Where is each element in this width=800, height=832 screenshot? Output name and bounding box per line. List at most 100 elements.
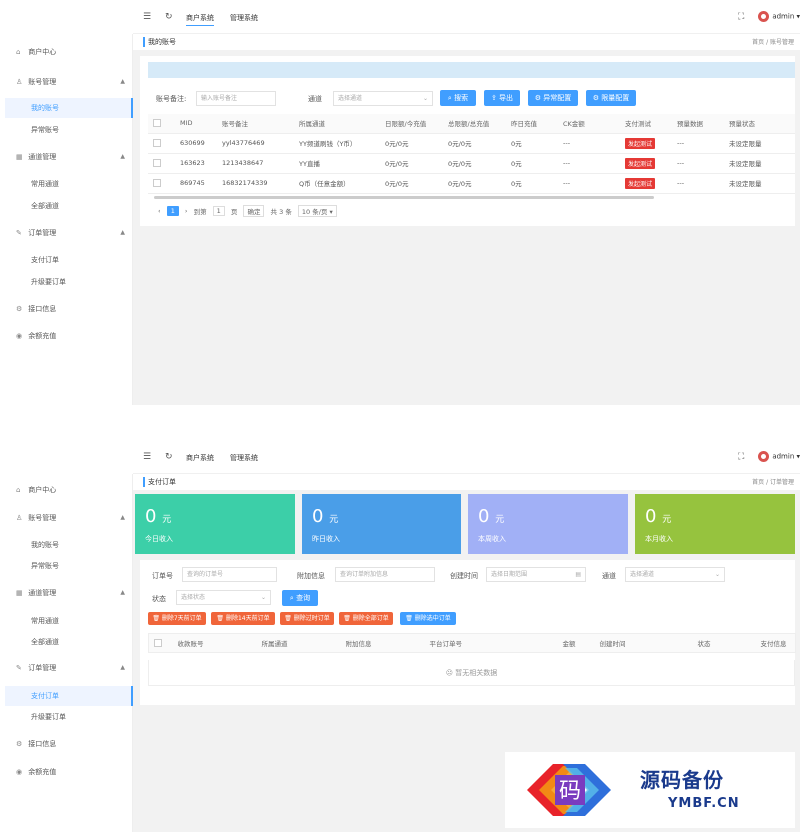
sidebar-item-pay-orders[interactable]: 支付订单 bbox=[5, 686, 133, 706]
sidebar-group-channel[interactable]: ▦ 通道管理 ▲ bbox=[5, 147, 133, 167]
page-size-select[interactable]: 10 条/页 ▾ bbox=[297, 205, 337, 217]
col-mid[interactable]: MID bbox=[175, 114, 217, 134]
sidebar-item-my-accounts[interactable]: 我的账号 bbox=[5, 98, 133, 118]
goto-confirm-button[interactable]: 确定 bbox=[243, 205, 265, 217]
abnormal-config-button[interactable]: ⚙ 异常配置 bbox=[528, 90, 578, 106]
limit-config-button[interactable]: ⚙ 限量配置 bbox=[586, 90, 636, 106]
logo-glyph: 码 bbox=[559, 779, 581, 804]
refresh-icon[interactable]: ↻ bbox=[165, 452, 173, 462]
wallet-icon: ◉ bbox=[16, 332, 23, 340]
sidebar-item-recharge[interactable]: ◉ 余额充值 bbox=[5, 762, 133, 782]
sidebar-item-common-channels[interactable]: 常用通道 bbox=[5, 174, 133, 194]
stat-unit: 元 bbox=[662, 515, 672, 525]
sidebar-group-orders[interactable]: ✎ 订单管理 ▲ bbox=[5, 223, 133, 243]
row-checkbox[interactable] bbox=[148, 173, 175, 194]
col-test[interactable]: 支付测试 bbox=[620, 114, 672, 134]
sidebar-item-merchant-center[interactable]: ⌂ 商户中心 bbox=[5, 42, 133, 62]
sidebar-item-merchant-center[interactable]: ⌂ 商户中心 bbox=[5, 480, 133, 500]
page-current[interactable]: 1 bbox=[166, 206, 179, 216]
search-icon: ⌕ bbox=[447, 94, 452, 102]
sidebar-item-my-accounts[interactable]: 我的账号 bbox=[5, 535, 133, 555]
sidebar-item-common-channels[interactable]: 常用通道 bbox=[5, 611, 133, 631]
trash-icon: 🗑 bbox=[343, 615, 351, 622]
grid-icon: ▦ bbox=[16, 589, 23, 597]
delete-expired-button[interactable]: 🗑 删除过时订单 bbox=[280, 612, 334, 625]
cell-remark: yyl43776469 bbox=[217, 133, 294, 154]
delete-selected-button[interactable]: 🗑 删除选中订单 bbox=[400, 612, 456, 625]
sidebar-item-abnormal-accounts[interactable]: 异常账号 bbox=[5, 556, 133, 576]
col-ck[interactable]: CK金额 bbox=[558, 114, 620, 134]
export-button[interactable]: ⇪ 导出 bbox=[484, 90, 520, 106]
sidebar-group-account[interactable]: ♙ 账号管理 ▲ bbox=[5, 508, 133, 528]
col-amount[interactable]: 金额 bbox=[557, 633, 595, 653]
remark-input[interactable]: 输入账号备注 bbox=[196, 91, 276, 106]
goto-page-input[interactable]: 1 bbox=[212, 206, 225, 216]
col-account[interactable]: 收款账号 bbox=[172, 633, 257, 653]
delete-14day-button[interactable]: 🗑 删除14天前订单 bbox=[211, 612, 275, 625]
status-select[interactable]: 选择状态 ⌄ bbox=[176, 590, 271, 605]
attach-input[interactable]: 查询订单附加信息 bbox=[335, 567, 435, 582]
search-button[interactable]: ⌕ 搜索 bbox=[440, 90, 476, 106]
sidebar-item-all-channels[interactable]: 全部通道 bbox=[5, 196, 133, 216]
sidebar-item-upgrade-orders[interactable]: 升级要订单 bbox=[5, 272, 133, 292]
sidebar-item-pay-orders[interactable]: 支付订单 bbox=[5, 250, 133, 270]
pay-test-button[interactable]: 发起测试 bbox=[625, 157, 656, 169]
sidebar-group-orders[interactable]: ✎ 订单管理 ▲ bbox=[5, 658, 133, 678]
sidebar-group-channel[interactable]: ▦ 通道管理 ▲ bbox=[5, 583, 133, 603]
menu-merchant-system[interactable]: 商户系统 bbox=[186, 13, 214, 26]
select-all-checkbox[interactable] bbox=[148, 114, 175, 134]
delete-all-button[interactable]: 🗑 删除全部订单 bbox=[339, 612, 393, 625]
pay-test-button[interactable]: 发起测试 bbox=[625, 177, 656, 189]
sidebar-item-recharge[interactable]: ◉ 余额充值 bbox=[5, 326, 133, 346]
user-menu[interactable]: admin ▾ bbox=[758, 451, 800, 462]
cell-status: 未设定限量 bbox=[724, 153, 795, 174]
row-checkbox[interactable] bbox=[148, 153, 175, 174]
col-channel[interactable]: 所属通道 bbox=[294, 114, 380, 134]
col-yesterday[interactable]: 昨日充值 bbox=[506, 114, 558, 134]
menu-admin-system[interactable]: 管理系统 bbox=[230, 13, 258, 23]
pay-test-button[interactable]: 发起测试 bbox=[625, 137, 656, 149]
col-status[interactable]: 预量状态 bbox=[724, 114, 795, 134]
hamburger-icon[interactable]: ☰ bbox=[143, 452, 151, 462]
cell-channel: YY频道刷钱（Y币） bbox=[294, 133, 380, 154]
col-remark[interactable]: 账号备注 bbox=[217, 114, 294, 134]
menu-merchant-system[interactable]: 商户系统 bbox=[186, 453, 214, 463]
sidebar-item-api-info[interactable]: ⚙ 接口信息 bbox=[5, 734, 133, 754]
channel-select[interactable]: 选择通道 ⌄ bbox=[625, 567, 725, 582]
refresh-icon[interactable]: ↻ bbox=[165, 12, 173, 22]
next-page-icon[interactable]: › bbox=[185, 207, 188, 215]
cell-remark: 16832174339 bbox=[217, 173, 294, 194]
fullscreen-icon[interactable]: ⛶ bbox=[738, 12, 744, 22]
col-pre[interactable]: 预量数据 bbox=[672, 114, 724, 134]
fullscreen-icon[interactable]: ⛶ bbox=[738, 452, 744, 462]
sidebar-item-upgrade-orders[interactable]: 升级要订单 bbox=[5, 707, 133, 727]
stat-card-month: 0 元 本月收入 bbox=[635, 494, 795, 554]
col-pay-info[interactable]: 支付信息 bbox=[755, 633, 796, 653]
col-daily[interactable]: 日限额/今充值 bbox=[380, 114, 443, 134]
notice-bar bbox=[148, 62, 795, 78]
col-attach[interactable]: 附加信息 bbox=[340, 633, 425, 653]
row-checkbox[interactable] bbox=[148, 133, 175, 154]
col-platform-order[interactable]: 平台订单号 bbox=[424, 633, 558, 653]
prev-page-icon[interactable]: ‹ bbox=[158, 207, 161, 215]
chevron-up-icon: ▲ bbox=[120, 153, 125, 160]
horizontal-scrollbar[interactable] bbox=[154, 196, 654, 199]
channel-select[interactable]: 选择通道 ⌄ bbox=[333, 91, 433, 106]
query-button[interactable]: ⌕ 查询 bbox=[282, 590, 318, 606]
col-channel[interactable]: 所属通道 bbox=[256, 633, 341, 653]
menu-admin-system[interactable]: 管理系统 bbox=[230, 453, 258, 463]
gear-icon: ⚙ bbox=[16, 305, 23, 313]
hamburger-icon[interactable]: ☰ bbox=[143, 12, 151, 22]
sidebar-item-api-info[interactable]: ⚙ 接口信息 bbox=[5, 299, 133, 319]
order-no-input[interactable]: 查询的订单号 bbox=[182, 567, 277, 582]
select-all-checkbox[interactable] bbox=[148, 633, 173, 653]
sidebar-item-all-channels[interactable]: 全部通道 bbox=[5, 632, 133, 652]
col-total[interactable]: 总限额/总充值 bbox=[443, 114, 506, 134]
sidebar-item-abnormal-accounts[interactable]: 异常账号 bbox=[5, 120, 133, 140]
time-range-input[interactable]: 选择日期范围 ▤ bbox=[486, 567, 586, 582]
col-created[interactable]: 创建时间 bbox=[594, 633, 693, 653]
user-menu[interactable]: admin ▾ bbox=[758, 11, 800, 22]
col-status[interactable]: 状态 bbox=[692, 633, 756, 653]
delete-7day-button[interactable]: 🗑 删除7天前订单 bbox=[148, 612, 206, 625]
sidebar-group-account[interactable]: ♙ 账号管理 ▲ bbox=[5, 72, 133, 92]
